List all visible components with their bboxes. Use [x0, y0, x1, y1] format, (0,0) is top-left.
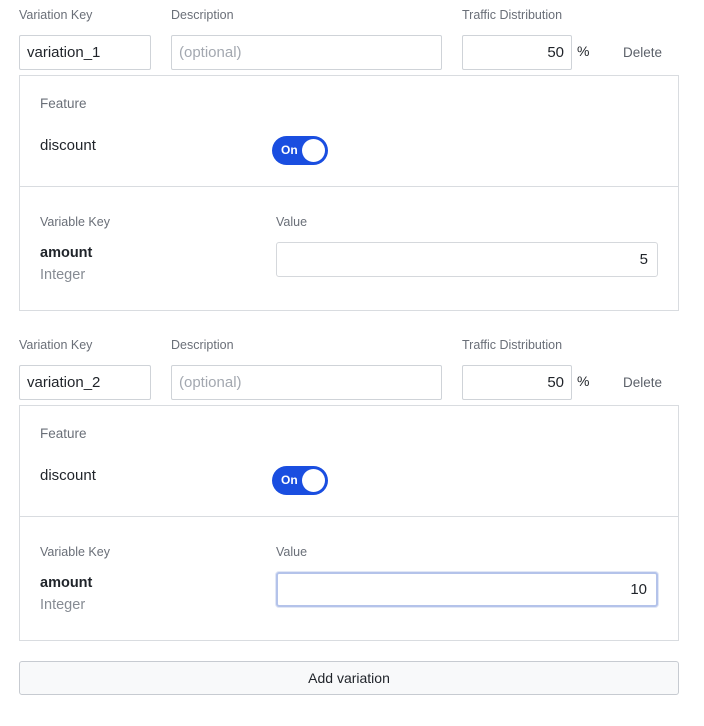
traffic-distribution-label: Traffic Distribution — [462, 338, 563, 352]
feature-label: Feature — [40, 96, 87, 111]
traffic-distribution-input[interactable] — [462, 35, 572, 70]
variation-card: Feature discount On Variable Key Value a… — [19, 405, 679, 641]
percent-sign: % — [577, 43, 590, 59]
card-divider — [20, 186, 678, 187]
feature-name: discount — [40, 467, 96, 484]
description-label: Description — [171, 8, 234, 22]
toggle-on-text: On — [281, 473, 298, 487]
variable-type: Integer — [40, 597, 86, 613]
description-label: Description — [171, 338, 234, 352]
value-label: Value — [276, 215, 308, 229]
add-variation-button[interactable]: Add variation — [19, 661, 679, 695]
variation-key-input[interactable] — [19, 35, 151, 70]
variable-value-input[interactable] — [276, 242, 658, 277]
delete-variation-button[interactable]: Delete — [623, 45, 662, 60]
delete-variation-button[interactable]: Delete — [623, 375, 662, 390]
toggle-on-text: On — [281, 143, 298, 157]
toggle-knob — [302, 469, 325, 492]
feature-name: discount — [40, 137, 96, 154]
description-input[interactable] — [171, 365, 442, 400]
description-input[interactable] — [171, 35, 442, 70]
card-divider — [20, 516, 678, 517]
feature-toggle[interactable]: On — [272, 466, 328, 495]
feature-label: Feature — [40, 426, 87, 441]
variable-key-label: Variable Key — [40, 215, 110, 229]
variation-key-label: Variation Key — [19, 338, 93, 352]
variation-key-label: Variation Key — [19, 8, 93, 22]
variable-key-label: Variable Key — [40, 545, 110, 559]
variation-key-input[interactable] — [19, 365, 151, 400]
variation-card: Feature discount On Variable Key Value a… — [19, 75, 679, 311]
variable-value-input[interactable] — [276, 572, 658, 607]
toggle-knob — [302, 139, 325, 162]
variable-key-name: amount — [40, 245, 93, 261]
percent-sign: % — [577, 373, 590, 389]
value-label: Value — [276, 545, 308, 559]
feature-toggle[interactable]: On — [272, 136, 328, 165]
variable-key-name: amount — [40, 575, 93, 591]
traffic-distribution-label: Traffic Distribution — [462, 8, 563, 22]
variable-type: Integer — [40, 267, 86, 283]
traffic-distribution-input[interactable] — [462, 365, 572, 400]
